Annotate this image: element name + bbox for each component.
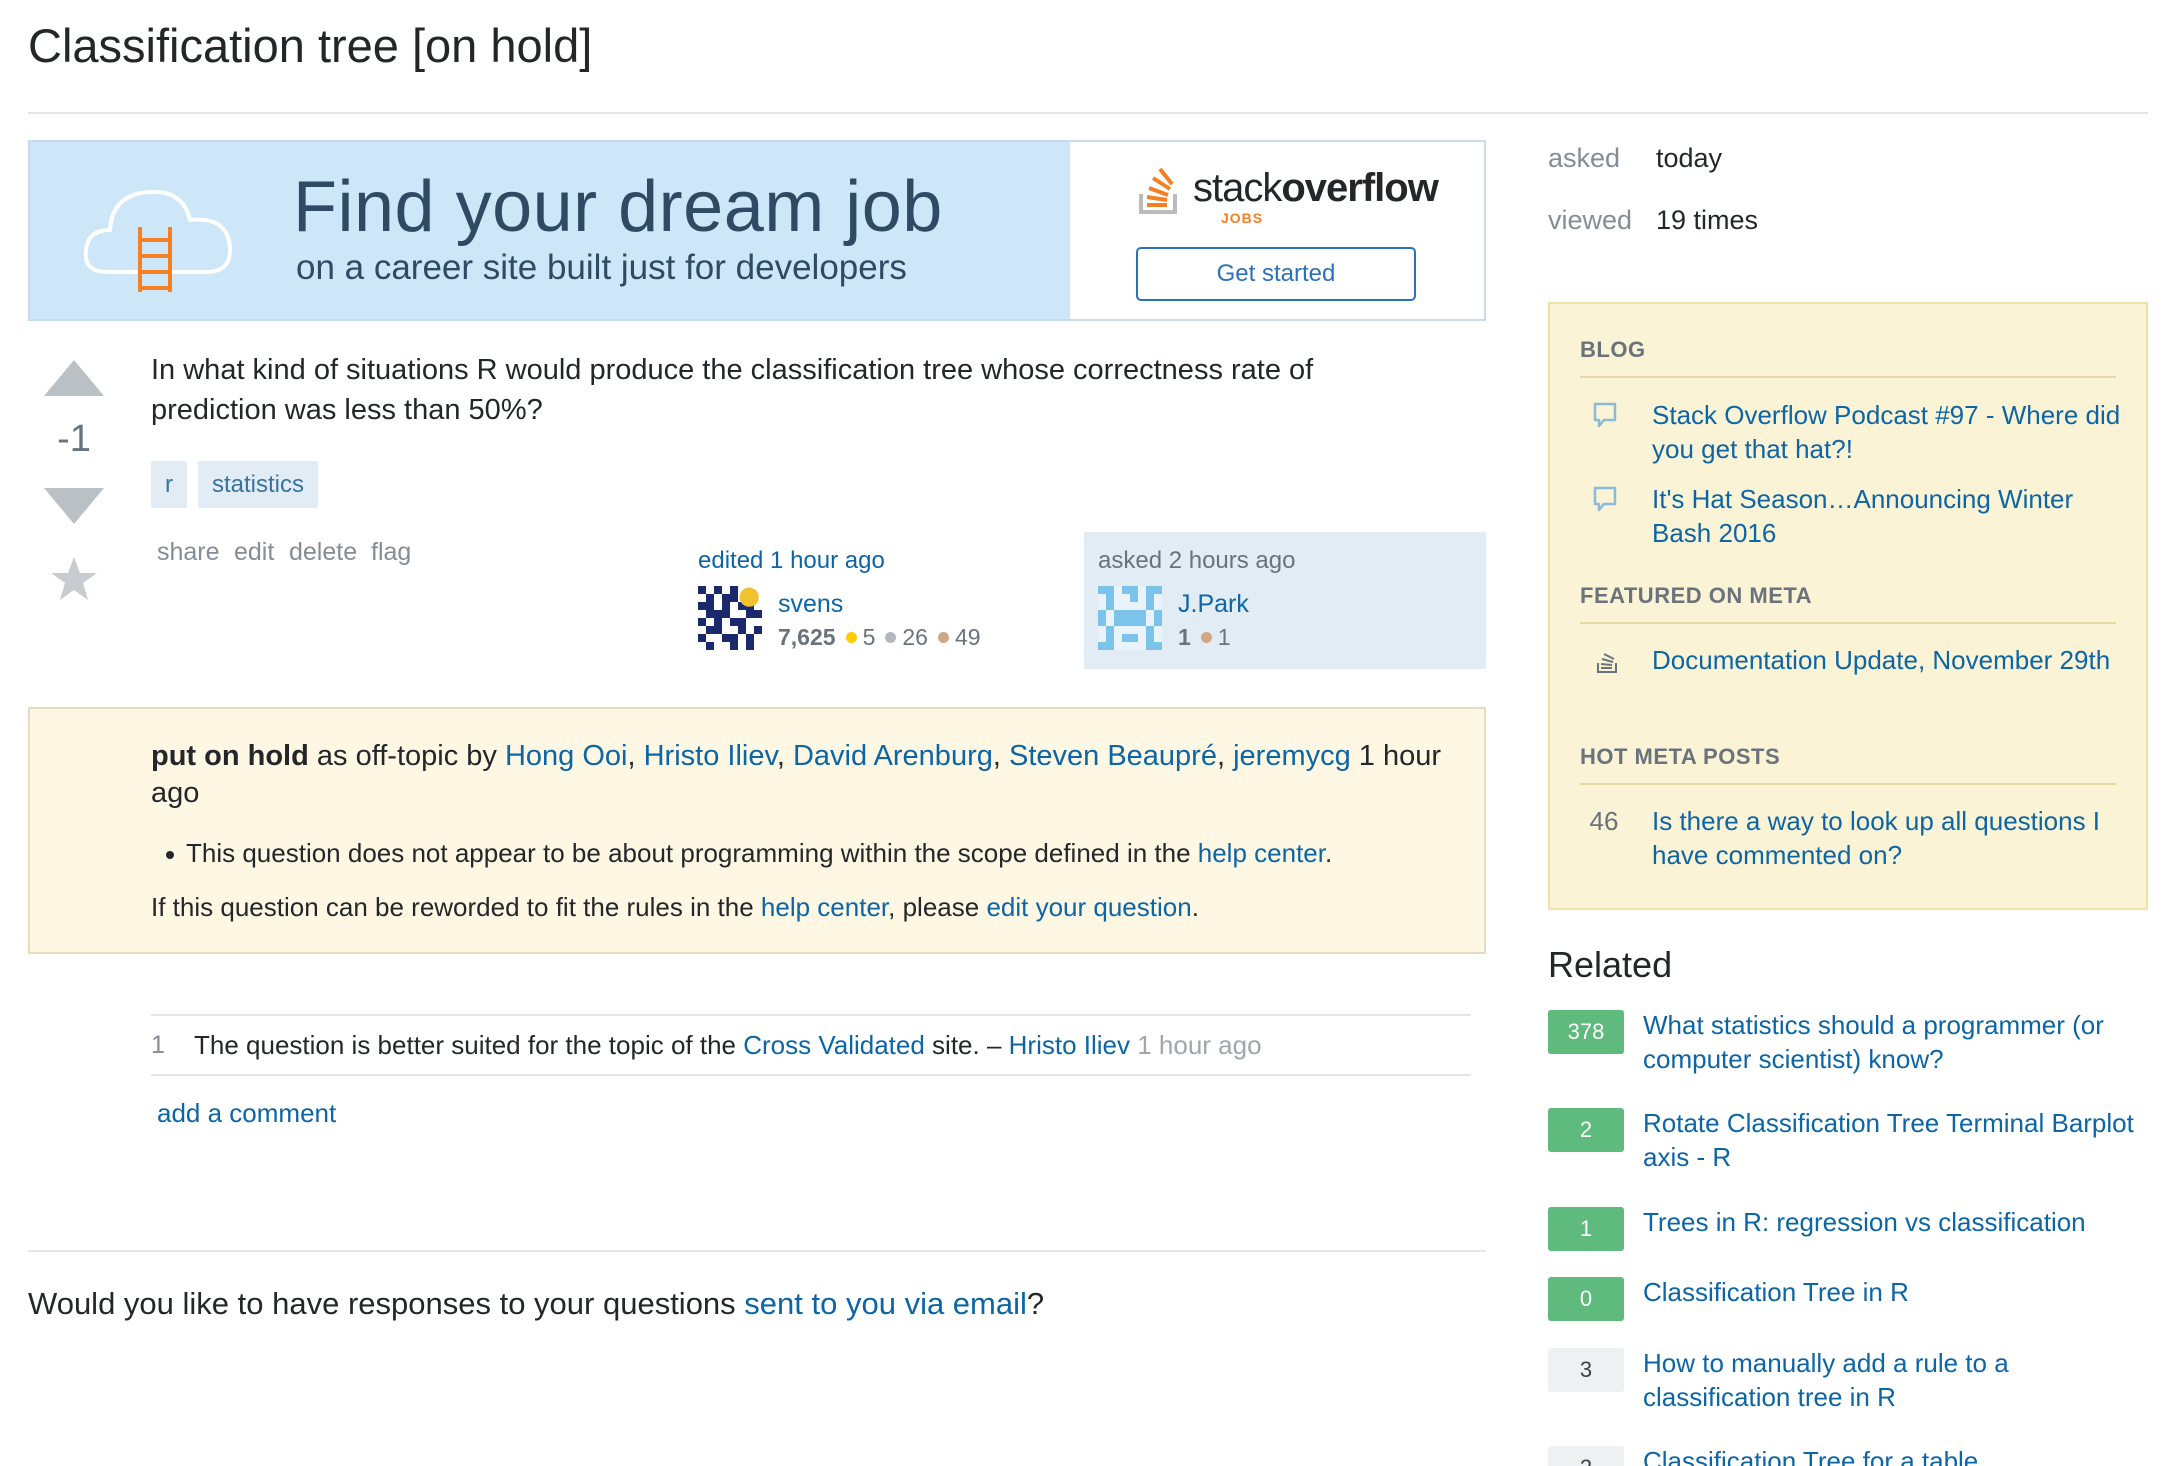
email-subscribe-link[interactable]: sent to you via email — [744, 1286, 1027, 1321]
related-score-badge: 2 — [1548, 1446, 1624, 1466]
bulletin-divider — [1580, 376, 2116, 378]
viewed-value: 19 times — [1656, 205, 1759, 235]
comment-score: 1 — [151, 1031, 165, 1059]
editor-name-link[interactable]: svens — [778, 590, 843, 619]
asker-reputation-score: 1 — [1178, 624, 1191, 650]
stack-overflow-jobs-logo: stackoverflow JOBS — [1135, 160, 1455, 230]
related-score-badge: 0 — [1548, 1277, 1624, 1321]
edit-link[interactable]: edit — [234, 538, 274, 567]
related-question-link[interactable]: How to manually add a rule to a classifi… — [1643, 1346, 2148, 1414]
speech-bubble-icon — [1593, 486, 1617, 512]
tag-statistics[interactable]: statistics — [198, 461, 319, 508]
hot-meta-score: 46 — [1589, 806, 1619, 836]
on-hold-label: put on hold — [151, 740, 309, 772]
blog-heading: BLOG — [1580, 337, 1646, 362]
editor-bronze-count: 49 — [954, 624, 981, 650]
comment-author-link[interactable]: Hristo Iliev — [1009, 1030, 1130, 1060]
question-body: In what kind of situations R would produ… — [151, 354, 1314, 426]
related-score-badge: 1 — [1548, 1207, 1624, 1251]
hot-meta-link[interactable]: Is there a way to look up all questions … — [1652, 804, 2122, 872]
upvote-arrow-icon[interactable] — [44, 360, 104, 396]
related-score-badge: 2 — [1548, 1108, 1624, 1152]
asker-avatar[interactable] — [1098, 586, 1162, 650]
bulletin-divider — [1580, 622, 2116, 624]
favorite-star-icon[interactable] — [50, 555, 98, 603]
ad-logo-wordmark: stackoverflow — [1193, 166, 1439, 210]
closer-link-david-arenburg[interactable]: David Arenburg — [793, 740, 993, 772]
help-center-link[interactable]: help center — [761, 892, 888, 922]
delete-link[interactable]: delete — [289, 538, 357, 567]
edit-your-question-link[interactable]: edit your question — [986, 892, 1191, 922]
related-question-link[interactable]: What statistics should a programmer (or … — [1643, 1008, 2148, 1076]
asked-time: asked 2 hours ago — [1098, 547, 1296, 574]
hot-meta-heading: HOT META POSTS — [1580, 744, 1781, 769]
on-hold-reason: This question does not appear to be abou… — [165, 838, 1333, 868]
viewed-label: viewed — [1548, 205, 1633, 235]
ad-logo-jobs-label: JOBS — [1221, 210, 1264, 226]
on-hold-summary: put on hold as off-topic by Hong Ooi, Hr… — [151, 740, 1442, 809]
on-hold-reword-hint: If this question can be reworded to fit … — [151, 892, 1199, 922]
editor-reputation: 7,625 5 26 49 — [778, 624, 981, 651]
stack-overflow-logo-icon — [1139, 167, 1177, 214]
related-heading: Related — [1548, 944, 1673, 985]
closer-link-steven-beaupre[interactable]: Steven Beaupré — [1009, 740, 1217, 772]
flag-link[interactable]: flag — [371, 538, 411, 567]
gold-badge-icon — [845, 632, 857, 644]
asked-label: asked — [1548, 143, 1621, 173]
tag-r[interactable]: r — [151, 461, 187, 508]
related-question-link[interactable]: Rotate Classification Tree Terminal Barp… — [1643, 1106, 2148, 1174]
closer-link-jeremycg[interactable]: jeremycg — [1233, 740, 1351, 772]
jobs-ad-banner[interactable]: Find your dream job on a career site bui… — [28, 140, 1486, 321]
editor-avatar[interactable] — [698, 586, 762, 650]
email-notification-prompt: Would you like to have responses to your… — [28, 1286, 1045, 1321]
related-question-link[interactable]: Classification Tree for a table — [1643, 1444, 2148, 1466]
editor-gold-count: 5 — [862, 624, 876, 650]
help-center-link[interactable]: help center — [1198, 838, 1325, 868]
title-divider — [28, 112, 2148, 114]
related-question-link[interactable]: Trees in R: regression vs classification — [1643, 1205, 2148, 1239]
closer-link-hong-ooi[interactable]: Hong Ooi — [505, 740, 628, 772]
comments-divider — [151, 1074, 1471, 1076]
downvote-arrow-icon[interactable] — [44, 488, 104, 524]
closer-link-hristo-iliev[interactable]: Hristo Iliev — [644, 740, 777, 772]
related-score-badge: 3 — [1548, 1348, 1624, 1392]
comment-time: 1 hour ago — [1130, 1030, 1262, 1060]
vote-count: -1 — [57, 418, 91, 460]
page-title[interactable]: Classification tree [on hold] — [28, 18, 592, 73]
bronze-badge-icon — [1200, 632, 1212, 644]
silver-badge-icon — [885, 632, 897, 644]
bronze-badge-icon — [937, 632, 949, 644]
editor-reputation-score: 7,625 — [778, 624, 836, 650]
related-score-badge: 378 — [1548, 1010, 1624, 1054]
share-link[interactable]: share — [157, 538, 220, 567]
ad-subline: on a career site built just for develope… — [296, 248, 907, 287]
asker-reputation: 11 — [1178, 624, 1231, 651]
editor-silver-count: 26 — [902, 624, 928, 650]
stack-overflow-meta-icon — [1597, 653, 1617, 673]
blog-post-link[interactable]: Stack Overflow Podcast #97 - Where did y… — [1652, 398, 2122, 466]
blog-post-link[interactable]: It's Hat Season…Announcing Winter Bash 2… — [1652, 482, 2122, 550]
cloud-ladder-illustration — [83, 189, 233, 292]
add-comment-link[interactable]: add a comment — [157, 1098, 336, 1129]
asker-name-link[interactable]: J.Park — [1178, 590, 1249, 619]
get-started-button[interactable]: Get started — [1136, 247, 1416, 301]
asked-value: today — [1656, 143, 1723, 173]
comment-body: The question is better suited for the to… — [194, 1030, 1262, 1060]
speech-bubble-icon — [1593, 402, 1617, 428]
related-question-link[interactable]: Classification Tree in R — [1643, 1275, 2148, 1309]
edited-time-link[interactable]: edited 1 hour ago — [698, 547, 885, 575]
comments-divider — [151, 1014, 1471, 1016]
asker-bronze-count: 1 — [1217, 624, 1231, 650]
footer-divider — [28, 1250, 1486, 1252]
featured-meta-link[interactable]: Documentation Update, November 29th — [1652, 643, 2122, 677]
featured-meta-heading: FEATURED ON META — [1580, 583, 1813, 608]
cross-validated-link[interactable]: Cross Validated — [743, 1030, 925, 1060]
bulletin-divider — [1580, 783, 2116, 785]
ad-headline: Find your dream job — [293, 167, 943, 247]
